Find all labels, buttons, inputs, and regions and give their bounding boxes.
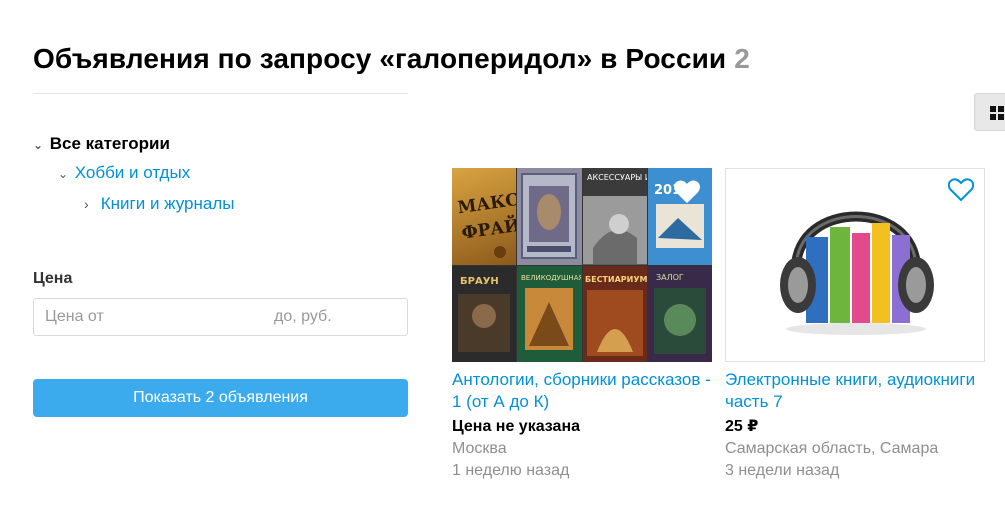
listing-image[interactable] — [725, 168, 985, 362]
books-headphones-image — [780, 211, 934, 335]
book-cover: МАКС ФРАЙ — [452, 168, 517, 265]
listing-card[interactable]: Электронные книги, аудиокниги часть 7 25… — [725, 168, 987, 482]
cover-text: БРАУН — [460, 276, 499, 287]
book-cover: БРАУН — [452, 265, 517, 362]
category-all[interactable]: ⌄ Все категории — [33, 134, 170, 154]
chevron-down-icon: ⌄ — [33, 138, 44, 152]
listing-image[interactable]: МАКС ФРАЙ АКСЕССУАРЫ И АРТЕФАКТЫ — [452, 168, 712, 362]
view-toggle-grid[interactable] — [974, 93, 1005, 131]
listing-card[interactable]: МАКС ФРАЙ АКСЕССУАРЫ И АРТЕФАКТЫ — [452, 168, 714, 482]
listing-location: Самарская область, Самара — [725, 440, 939, 457]
page-title-text: Объявления по запросу «галоперидол» в Ро… — [33, 42, 727, 74]
listing-date: 1 неделю назад — [452, 462, 570, 479]
price-label: Цена — [33, 270, 73, 287]
category-hobby-link[interactable]: Хобби и отдых — [75, 163, 190, 182]
cover-text: МАКС — [456, 190, 516, 218]
cover-text: АКСЕССУАРЫ И АРТЕФАКТЫ — [587, 173, 647, 182]
heart-outline-icon[interactable] — [674, 180, 700, 204]
grid-icon — [990, 106, 1004, 120]
cover-text: ЗАЛОГ — [656, 273, 684, 282]
listing-date: 3 недели назад — [725, 462, 840, 479]
page-title: Объявления по запросу «галоперидол» в Ро… — [33, 43, 750, 75]
cover-text: ФРАЙ — [460, 214, 516, 244]
book-cover: АКСЕССУАРЫ И АРТЕФАКТЫ — [582, 168, 647, 265]
result-count: 2 — [734, 42, 750, 74]
book-cover: ВЕЛИКОДУШНАЯ ВОЕНА — [517, 265, 582, 362]
cover-text: БЕСТИАРИУМ — [585, 275, 647, 284]
price-from-input[interactable] — [34, 299, 263, 335]
chevron-right-icon: › — [84, 196, 89, 212]
book-cover: БЕСТИАРИУМ — [582, 265, 647, 362]
price-range — [33, 298, 492, 336]
listing-title-link[interactable]: Антологии, сборники рассказов - 1 (от А … — [452, 369, 714, 413]
divider — [33, 93, 408, 94]
book-cover: ЗАЛОГ — [647, 265, 712, 362]
category-hobby[interactable]: ⌄ Хобби и отдых — [58, 163, 190, 183]
listing-title-link[interactable]: Электронные книги, аудиокниги часть 7 — [725, 369, 987, 413]
listing-location: Москва — [452, 440, 507, 457]
cover-text: ВЕЛИКОДУШНАЯ ВОЕНА — [521, 274, 581, 282]
category-books[interactable]: › Книги и журналы — [84, 194, 234, 214]
category-books-link[interactable]: Книги и журналы — [101, 194, 235, 213]
chevron-down-icon: ⌄ — [58, 167, 69, 181]
show-results-button[interactable]: Показать 2 объявления — [33, 379, 408, 417]
book-cover — [517, 168, 582, 265]
heart-outline-icon[interactable] — [948, 178, 974, 202]
listing-price: Цена не указана — [452, 418, 580, 435]
category-all-label: Все категории — [49, 134, 170, 153]
listing-price: 25 ₽ — [725, 418, 759, 435]
